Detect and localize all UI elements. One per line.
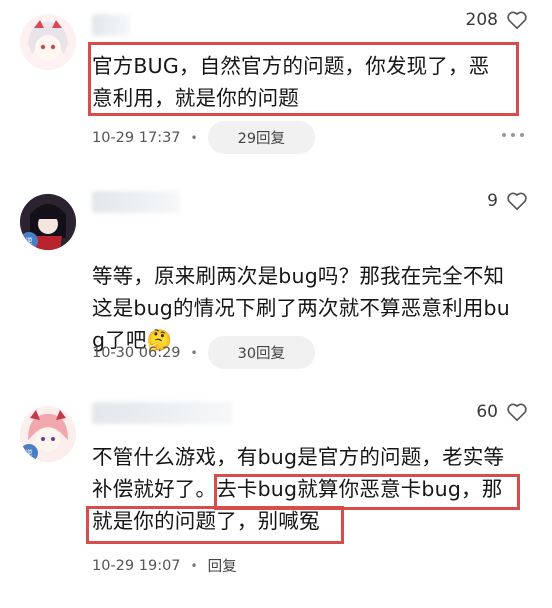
- user-avatar[interactable]: [20, 14, 76, 70]
- reply-button[interactable]: 回复: [208, 555, 237, 576]
- comment-3: 逆 60 不管什么游戏，有bug是官方的问题，老实等 补偿就好了。去卡bug就算…: [0, 390, 552, 608]
- heart-outline-icon[interactable]: [506, 10, 528, 30]
- like-button[interactable]: 9: [487, 191, 528, 211]
- reply-button[interactable]: 29回复: [207, 121, 316, 154]
- dot-separator: •: [190, 558, 198, 573]
- like-button[interactable]: 208: [466, 10, 528, 30]
- user-avatar[interactable]: 逆: [20, 194, 76, 250]
- comment-meta: 10-30 06:29 • 30回复: [92, 336, 316, 369]
- comment-text: 不管什么游戏，有bug是官方的问题，老实等 补偿就好了。去卡bug就算你恶意卡b…: [92, 445, 505, 533]
- comment-1: 208 官方BUG，自然官方的问题，你发现了，恶 意利用，就是你的问题 10-2…: [0, 0, 552, 160]
- timestamp: 10-29 19:07: [92, 557, 181, 574]
- like-count: 9: [487, 191, 498, 211]
- user-avatar[interactable]: 逆: [20, 406, 76, 462]
- username-redacted: [92, 191, 180, 213]
- like-count: 208: [465, 10, 498, 30]
- badge-icon: 逆: [20, 444, 38, 462]
- like-button[interactable]: 60: [476, 402, 528, 422]
- username-redacted: [92, 402, 232, 424]
- heart-outline-icon[interactable]: [506, 191, 528, 211]
- comment-text: 官方BUG，自然官方的问题，你发现了，恶 意利用，就是你的问题: [92, 54, 490, 110]
- heart-outline-icon[interactable]: [506, 402, 528, 422]
- comment-meta: 10-29 19:07 • 回复: [92, 555, 237, 576]
- reply-button[interactable]: 30回复: [207, 336, 316, 369]
- timestamp: 10-30 06:29: [92, 344, 181, 361]
- more-dots-icon[interactable]: [502, 132, 524, 138]
- badge-icon: 逆: [20, 232, 38, 250]
- like-count: 60: [476, 402, 498, 422]
- comment-meta: 10-29 17:37 • 29回复: [92, 121, 316, 154]
- dot-separator: •: [190, 345, 198, 360]
- comment-2: 逆 9 等等，原来刷两次是bug吗？那我在完全不知 这是bug的情况下刷了两次就…: [0, 175, 552, 375]
- username-redacted: [92, 14, 130, 36]
- timestamp: 10-29 17:37: [92, 129, 181, 146]
- dot-separator: •: [190, 130, 198, 145]
